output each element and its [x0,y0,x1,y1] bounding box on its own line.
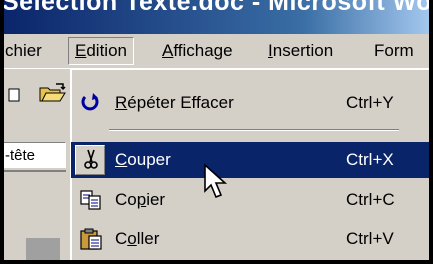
menu-affichage-mnemonic: A [162,41,174,60]
new-document-icon[interactable] [8,88,22,102]
style-dropdown[interactable]: -tête [0,142,66,168]
copy-icon [80,190,101,210]
menu-fichier-label: chier [5,41,42,60]
coller-mnemonic: o [127,229,137,248]
menu-edition-mnemonic: E [75,41,87,60]
couper-mnemonic: C [115,150,128,169]
menu-separator-highlight [109,130,399,131]
frame-border-bottom [0,260,433,264]
redo-icon [81,93,99,111]
menu-format-label: Form [374,41,414,60]
couper-label: ouper [127,150,171,169]
repeter-label: épéter Effacer [127,93,234,112]
menu-item-coller[interactable]: Coller Ctrl+V [71,221,433,257]
menu-item-repeter[interactable]: Répéter Effacer Ctrl+Y [71,85,433,121]
copier-label-end: ier [146,190,166,209]
menu-item-couper[interactable]: Couper Ctrl+X [71,142,433,178]
edition-menu: Répéter Effacer Ctrl+Y Couper Ctrl+X Cop… [70,68,433,264]
copier-mnemonic: p [136,190,147,209]
couper-shortcut: Ctrl+X [346,150,394,169]
coller-label-end: ller [136,229,160,248]
menu-edition-label: dition [86,41,127,60]
menu-edition[interactable]: Edition [68,37,134,65]
copier-label-start: Co [115,190,137,209]
repeter-mnemonic: R [115,93,128,112]
copier-shortcut: Ctrl+C [346,190,395,209]
word-window: Sélection Texte.doc - Microsoft Word chi… [0,0,433,264]
menu-item-copier[interactable]: Copier Ctrl+C [71,182,433,218]
open-folder-icon[interactable] [38,82,66,104]
menu-insertion[interactable]: Insertion [262,38,339,64]
paste-icon [80,228,102,250]
menu-bar: chier Edition Affichage Insertion Form [0,34,433,69]
menu-affichage[interactable]: Affichage [156,38,239,64]
coller-shortcut: Ctrl+V [346,229,394,248]
coller-label-start: C [115,229,128,248]
title-bar[interactable]: Sélection Texte.doc - Microsoft Word [0,0,433,34]
style-dropdown-shadow [0,170,66,172]
repeter-shortcut: Ctrl+Y [346,93,394,112]
menu-format[interactable]: Form [368,38,420,64]
frame-border-left [0,0,4,264]
menu-affichage-label: ffichage [173,41,233,60]
menu-fichier[interactable]: chier [0,38,48,64]
style-dropdown-value: -tête [5,147,36,164]
scissors-icon [84,149,98,169]
menu-insertion-label: nsertion [272,41,334,60]
frame-border-right [429,0,433,264]
toolbar-separator [0,68,70,69]
mouse-pointer-icon [204,163,228,199]
window-title: Sélection Texte.doc - Microsoft Word [2,0,433,16]
